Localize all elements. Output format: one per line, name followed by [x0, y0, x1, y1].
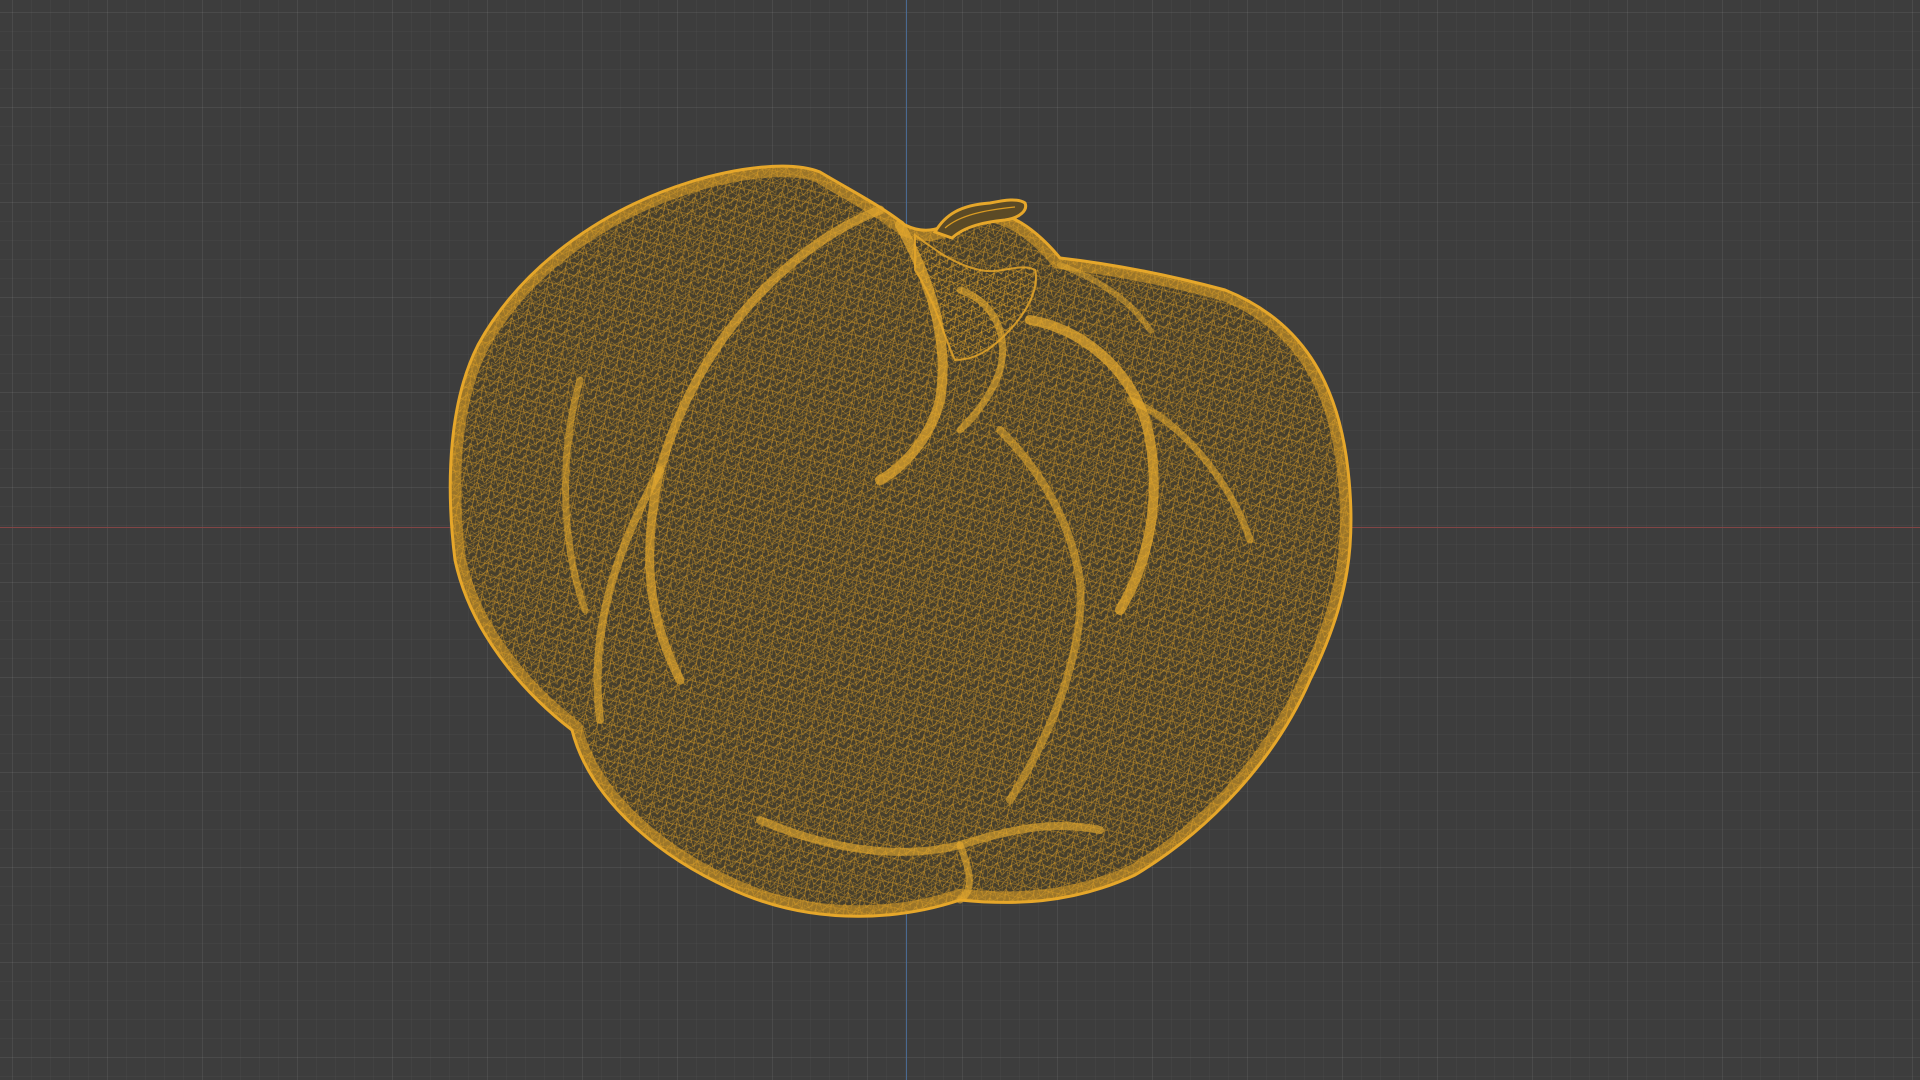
- wireframe-mesh-object[interactable]: [0, 0, 1920, 1080]
- mesh-body: [450, 166, 1352, 917]
- 3d-viewport[interactable]: [0, 0, 1920, 1080]
